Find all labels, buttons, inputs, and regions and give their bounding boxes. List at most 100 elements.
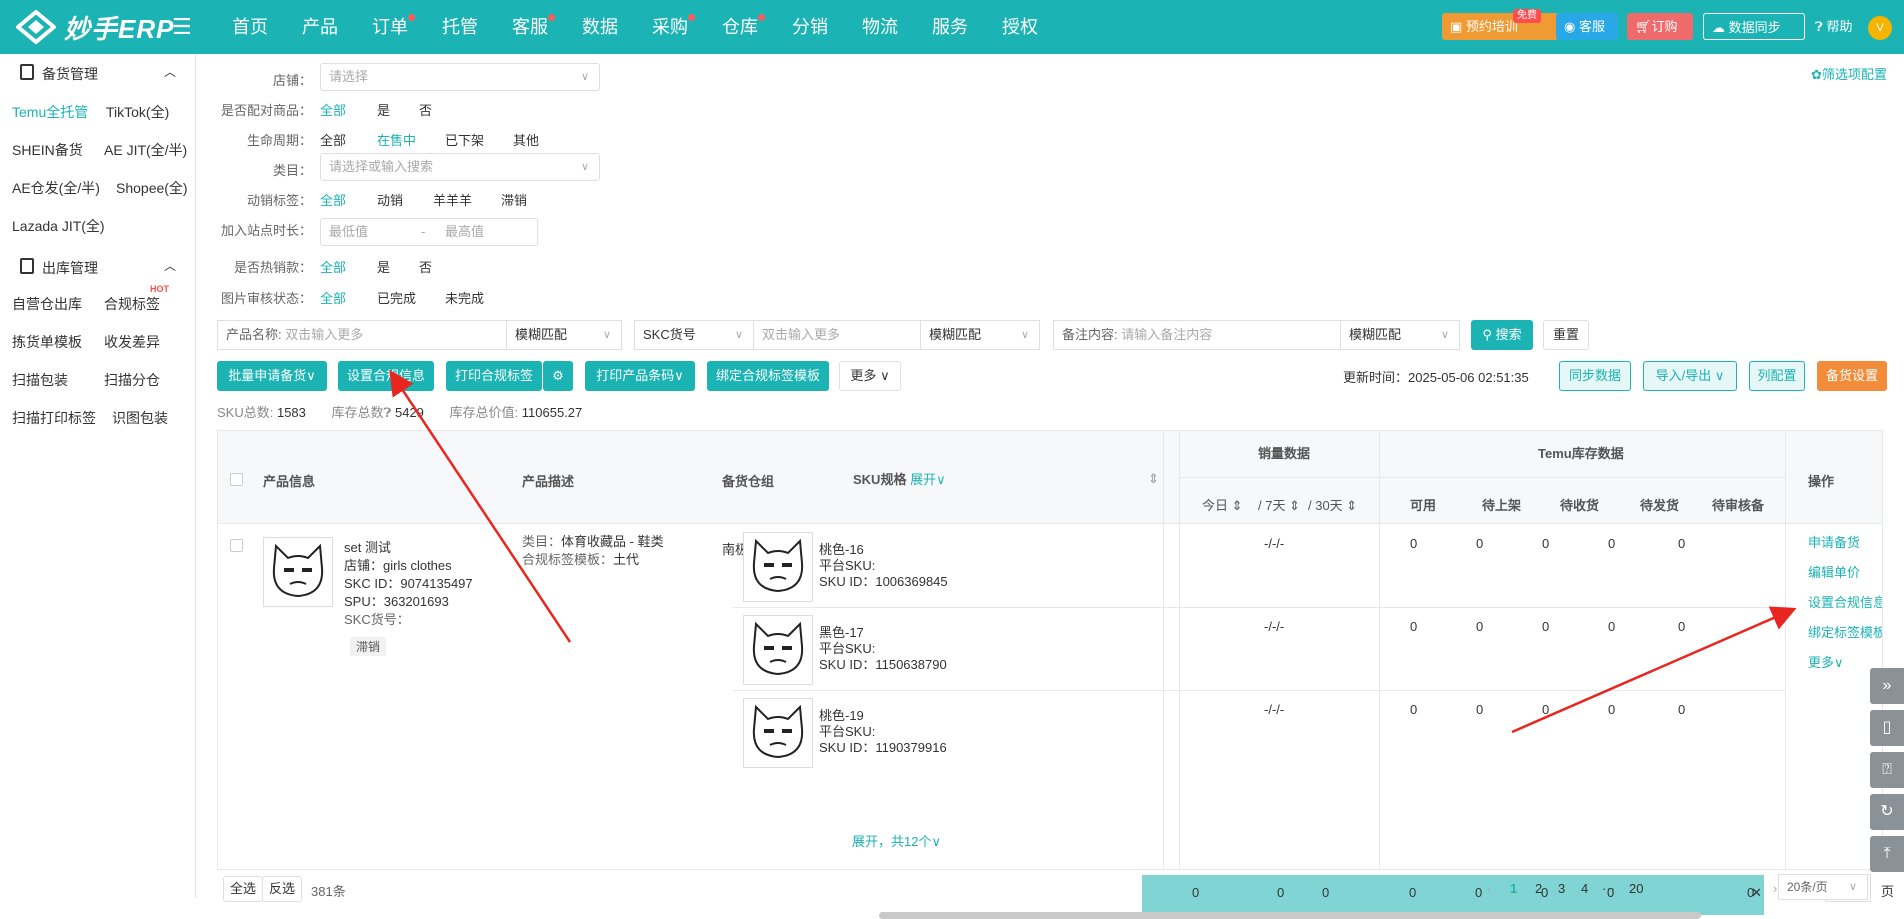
th-sales-30d[interactable]: / 30天 ⇕	[1308, 495, 1357, 514]
row-action-1[interactable]: 编辑单价	[1808, 562, 1860, 581]
nav-item-8[interactable]: 分销	[775, 0, 845, 54]
feedback-icon[interactable]: ⍰	[1870, 752, 1904, 788]
sidebar-section-outbound[interactable]: 出库管理 ︿	[0, 248, 196, 284]
row-action-4[interactable]: 更多∨	[1808, 652, 1844, 671]
join-min-input[interactable]: 最低值	[329, 224, 368, 239]
nav-item-0[interactable]: 首页	[215, 0, 285, 54]
more-button[interactable]: 更多 ∨	[839, 361, 901, 391]
sidebar-item-diff[interactable]: 收发差异	[104, 332, 160, 352]
sync-data-button[interactable]: 同步数据	[1559, 361, 1631, 391]
hot-opt-yes[interactable]: 是	[377, 257, 390, 276]
batch-stock-button[interactable]: 批量申请备货∨	[217, 361, 327, 391]
stock-settings-button[interactable]: 备货设置	[1817, 361, 1887, 391]
sidebar-item-picking-template[interactable]: 拣货单模板	[12, 332, 82, 352]
filter-config-link[interactable]: ✿筛选项配置	[1811, 64, 1887, 83]
expand-all-link[interactable]: 展开∨	[910, 472, 946, 487]
th-sales-today[interactable]: 今日 ⇕	[1202, 495, 1243, 514]
sidebar-item-self-outbound[interactable]: 自营仓出库	[12, 294, 82, 314]
product-name[interactable]: set 测试	[344, 537, 391, 556]
sales-tag-slow[interactable]: 滞销	[501, 190, 527, 209]
hot-opt-no[interactable]: 否	[419, 257, 432, 276]
nav-item-2[interactable]: 订单	[355, 0, 425, 54]
th-sales-7d[interactable]: / 7天 ⇕	[1258, 495, 1300, 514]
sidebar-item-ae-warehouse[interactable]: AE仓发(全/半)	[12, 178, 100, 198]
nav-item-9[interactable]: 物流	[845, 0, 915, 54]
print-settings-gear-icon[interactable]: ⚙	[543, 361, 573, 391]
help-link[interactable]: ❓︎ 帮助	[1807, 13, 1860, 40]
print-barcode-button[interactable]: 打印产品条码∨	[585, 361, 695, 391]
hot-opt-all[interactable]: 全部	[320, 257, 346, 276]
img-opt-all[interactable]: 全部	[320, 288, 346, 307]
product-match-select[interactable]: 模糊匹配 ∨	[506, 320, 622, 350]
select-all-button[interactable]: 全选	[223, 876, 263, 902]
menu-toggle-icon[interactable]: ☰	[172, 14, 192, 40]
skc-input[interactable]: 双击输入更多	[753, 320, 921, 350]
match-opt-yes[interactable]: 是	[377, 100, 390, 119]
sidebar-item-ae-jit[interactable]: AE JIT(全/半)	[104, 140, 187, 160]
header-checkbox[interactable]	[230, 473, 243, 486]
sales-tag-moving[interactable]: 动销	[377, 190, 403, 209]
nav-item-3[interactable]: 托管	[425, 0, 495, 54]
column-config-button[interactable]: 列配置	[1749, 361, 1805, 391]
match-opt-no[interactable]: 否	[419, 100, 432, 119]
row-action-2[interactable]: 设置合规信息	[1808, 592, 1882, 611]
nav-item-5[interactable]: 数据	[565, 0, 635, 54]
life-opt-all[interactable]: 全部	[320, 130, 346, 149]
data-sync-button[interactable]: ☁ 数据同步	[1703, 13, 1805, 40]
shop-select[interactable]: 请选择 ∨	[320, 63, 600, 91]
sidebar-item-tiktok[interactable]: TikTok(全)	[106, 102, 169, 122]
sidebar-item-scan-print[interactable]: 扫描打印标签	[12, 408, 96, 428]
row-action-0[interactable]: 申请备货	[1808, 532, 1860, 551]
search-button[interactable]: ⚲ 搜索	[1471, 320, 1533, 350]
refresh-icon[interactable]: ↻	[1870, 794, 1904, 830]
invert-selection-button[interactable]: 反选	[262, 876, 302, 902]
join-max-input[interactable]: 最高值	[445, 219, 484, 245]
nav-item-4[interactable]: 客服	[495, 0, 565, 54]
remark-match-select[interactable]: 模糊匹配 ∨	[1340, 320, 1460, 350]
nav-item-7[interactable]: 仓库	[705, 0, 775, 54]
sidebar-item-image-pack[interactable]: 识图包装	[112, 408, 168, 428]
product-name-field[interactable]: 产品名称: 双击输入更多	[217, 320, 507, 350]
brand-logo[interactable]: 妙手ERP	[16, 8, 174, 46]
page-number[interactable]: 3	[1558, 881, 1565, 896]
page-number[interactable]: 4	[1581, 881, 1588, 896]
nav-item-1[interactable]: 产品	[285, 0, 355, 54]
skc-field-select[interactable]: SKC货号 ∨	[634, 320, 754, 350]
sidebar-item-lazada[interactable]: Lazada JIT(全)	[12, 216, 105, 236]
category-select[interactable]: 请选择或输入搜索 ∨	[320, 153, 600, 181]
sku-image[interactable]	[743, 615, 813, 685]
back-to-top-icon[interactable]: ⤒	[1870, 836, 1904, 872]
prev-page-icon[interactable]: ‹	[1487, 881, 1491, 896]
product-image[interactable]	[263, 537, 333, 607]
img-opt-undone[interactable]: 未完成	[445, 288, 484, 307]
row-action-3[interactable]: 绑定标签模板	[1808, 622, 1882, 641]
subscribe-button[interactable]: 🛒︎订购	[1627, 13, 1693, 40]
nav-item-10[interactable]: 服务	[915, 0, 985, 54]
horizontal-scrollbar[interactable]	[879, 912, 1701, 919]
sort-icon[interactable]: ⇕	[1148, 471, 1159, 487]
sidebar-item-scan-pack[interactable]: 扫描包装	[12, 370, 68, 390]
life-opt-offshelf[interactable]: 已下架	[445, 130, 484, 149]
row-checkbox[interactable]	[230, 539, 243, 552]
mobile-icon[interactable]: ▯	[1870, 710, 1904, 746]
nav-item-11[interactable]: 授权	[985, 0, 1055, 54]
expand-skus-link[interactable]: 展开，共12个∨	[852, 831, 941, 850]
sidebar-item-shopee[interactable]: Shopee(全)	[116, 178, 188, 198]
collapse-icon[interactable]: »	[1870, 668, 1904, 704]
close-totals-icon[interactable]: ✕	[1751, 885, 1762, 901]
sidebar-item-compliance-label[interactable]: 合规标签	[104, 294, 160, 314]
page-number[interactable]: 2	[1535, 881, 1542, 896]
bind-template-button[interactable]: 绑定合规标签模板	[707, 361, 829, 391]
service-button[interactable]: ◉ 客服	[1556, 13, 1618, 40]
life-opt-onsale[interactable]: 在售中	[377, 130, 416, 149]
sidebar-item-scan-split[interactable]: 扫描分仓	[104, 370, 160, 390]
nav-item-6[interactable]: 采购	[635, 0, 705, 54]
sidebar-item-temu[interactable]: Temu全托管	[12, 102, 88, 122]
sales-tag-all[interactable]: 全部	[320, 190, 346, 209]
sku-image[interactable]	[743, 532, 813, 602]
remark-field[interactable]: 备注内容: 请输入备注内容	[1053, 320, 1341, 350]
set-compliance-button[interactable]: 设置合规信息	[338, 361, 434, 391]
sidebar-item-shein[interactable]: SHEIN备货	[12, 140, 83, 160]
page-number[interactable]: ···	[1602, 881, 1615, 896]
training-button[interactable]: ▣ 预约培训	[1442, 13, 1559, 40]
